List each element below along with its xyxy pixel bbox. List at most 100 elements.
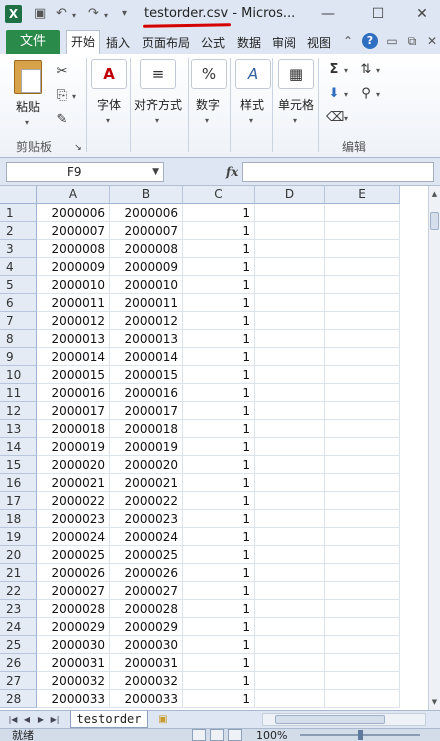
table-cell[interactable]: 1 — [183, 330, 255, 348]
table-cell[interactable]: 2000025 — [37, 546, 110, 564]
table-cell[interactable] — [255, 456, 325, 474]
clear-dropdown-icon[interactable]: ▾ — [344, 114, 348, 123]
formula-input[interactable] — [242, 162, 434, 182]
horizontal-scrollbar[interactable] — [262, 713, 426, 726]
table-cell[interactable]: 2000020 — [110, 456, 183, 474]
table-cell[interactable]: 2000011 — [37, 294, 110, 312]
last-sheet-icon[interactable]: ▶| — [50, 712, 60, 727]
table-cell[interactable] — [325, 420, 400, 438]
table-cell[interactable] — [255, 240, 325, 258]
table-cell[interactable]: 1 — [183, 420, 255, 438]
table-cell[interactable] — [255, 582, 325, 600]
table-cell[interactable] — [255, 384, 325, 402]
table-cell[interactable]: 2000008 — [110, 240, 183, 258]
table-cell[interactable]: 2000013 — [37, 330, 110, 348]
row-header[interactable]: 21 — [0, 564, 37, 582]
sort-dropdown-icon[interactable]: ▾ — [376, 66, 380, 75]
table-cell[interactable] — [255, 564, 325, 582]
row-header[interactable]: 23 — [0, 600, 37, 618]
table-cell[interactable]: 1 — [183, 222, 255, 240]
worksheet-grid[interactable]: A B C D E 1 2000006 2000006 1 2 2000007 2000007 1 3 20… — [0, 186, 428, 710]
table-cell[interactable] — [255, 348, 325, 366]
table-cell[interactable] — [325, 348, 400, 366]
autosum-dropdown-icon[interactable]: ▾ — [344, 66, 348, 75]
paste-icon[interactable] — [14, 60, 42, 94]
column-header[interactable]: D — [255, 186, 325, 204]
table-cell[interactable]: 1 — [183, 312, 255, 330]
table-cell[interactable]: 1 — [183, 348, 255, 366]
table-cell[interactable] — [325, 564, 400, 582]
table-cell[interactable]: 1 — [183, 366, 255, 384]
table-cell[interactable]: 1 — [183, 690, 255, 708]
table-cell[interactable]: 2000014 — [110, 348, 183, 366]
table-cell[interactable]: 2000029 — [37, 618, 110, 636]
row-header[interactable]: 25 — [0, 636, 37, 654]
table-cell[interactable]: 1 — [183, 204, 255, 222]
table-cell[interactable] — [325, 366, 400, 384]
window-minimize-icon[interactable]: ▭ — [384, 33, 400, 49]
paste-label[interactable]: 粘贴 — [16, 98, 40, 115]
tab-home[interactable]: 开始 — [66, 30, 100, 55]
fill-dropdown-icon[interactable]: ▾ — [344, 90, 348, 99]
table-cell[interactable] — [255, 366, 325, 384]
table-cell[interactable] — [325, 402, 400, 420]
table-cell[interactable]: 2000033 — [37, 690, 110, 708]
table-cell[interactable]: 1 — [183, 276, 255, 294]
column-header[interactable]: B — [110, 186, 183, 204]
column-header[interactable]: A — [37, 186, 110, 204]
table-cell[interactable] — [325, 636, 400, 654]
table-cell[interactable]: 2000015 — [110, 366, 183, 384]
window-restore-icon[interactable]: ⧉ — [404, 33, 420, 49]
format-painter-icon[interactable]: ✎ — [54, 112, 70, 128]
column-header[interactable]: C — [183, 186, 255, 204]
vertical-scrollbar[interactable]: ▲ ▼ — [428, 186, 440, 710]
table-cell[interactable]: 2000031 — [37, 654, 110, 672]
table-cell[interactable] — [325, 510, 400, 528]
row-header[interactable]: 16 — [0, 474, 37, 492]
table-cell[interactable]: 2000028 — [110, 600, 183, 618]
table-cell[interactable] — [255, 546, 325, 564]
table-cell[interactable] — [255, 438, 325, 456]
table-cell[interactable] — [325, 672, 400, 690]
table-cell[interactable]: 2000019 — [37, 438, 110, 456]
table-cell[interactable]: 1 — [183, 258, 255, 276]
table-cell[interactable]: 1 — [183, 240, 255, 258]
tab-view[interactable]: 视图 — [304, 32, 334, 54]
customize-toolbar-icon[interactable]: ▾ — [122, 6, 127, 22]
cells-icon[interactable]: ▦ — [278, 59, 314, 89]
row-header[interactable]: 6 — [0, 294, 37, 312]
table-cell[interactable]: 2000021 — [37, 474, 110, 492]
scroll-up-icon[interactable]: ▲ — [429, 188, 440, 200]
first-sheet-icon[interactable]: |◀ — [8, 712, 18, 727]
table-cell[interactable] — [255, 528, 325, 546]
table-cell[interactable]: 2000006 — [110, 204, 183, 222]
redo-dropdown-icon[interactable]: ▾ — [104, 8, 108, 24]
row-header[interactable]: 18 — [0, 510, 37, 528]
paste-dropdown-icon[interactable]: ▾ — [25, 118, 29, 127]
horizontal-scroll-thumb[interactable] — [275, 715, 385, 724]
table-cell[interactable]: 1 — [183, 438, 255, 456]
table-cell[interactable] — [325, 438, 400, 456]
table-cell[interactable] — [325, 582, 400, 600]
table-cell[interactable]: 2000029 — [110, 618, 183, 636]
table-cell[interactable]: 2000012 — [110, 312, 183, 330]
table-cell[interactable]: 2000009 — [110, 258, 183, 276]
row-header[interactable]: 1 — [0, 204, 37, 222]
insert-sheet-icon[interactable]: ▣ — [154, 712, 172, 727]
styles-label[interactable]: 样式 — [240, 96, 264, 113]
table-cell[interactable]: 2000031 — [110, 654, 183, 672]
table-cell[interactable] — [255, 492, 325, 510]
maximize-icon[interactable]: ☐ — [368, 4, 388, 24]
scroll-down-icon[interactable]: ▼ — [429, 696, 440, 708]
table-cell[interactable]: 2000023 — [110, 510, 183, 528]
table-cell[interactable]: 1 — [183, 564, 255, 582]
table-cell[interactable]: 1 — [183, 510, 255, 528]
table-cell[interactable] — [325, 312, 400, 330]
table-cell[interactable]: 2000007 — [37, 222, 110, 240]
find-select-icon[interactable]: ⚲ — [358, 86, 374, 102]
table-cell[interactable]: 1 — [183, 672, 255, 690]
minimize-icon[interactable]: — — [318, 4, 338, 24]
table-cell[interactable]: 1 — [183, 528, 255, 546]
table-cell[interactable] — [255, 402, 325, 420]
tab-data[interactable]: 数据 — [234, 32, 264, 54]
